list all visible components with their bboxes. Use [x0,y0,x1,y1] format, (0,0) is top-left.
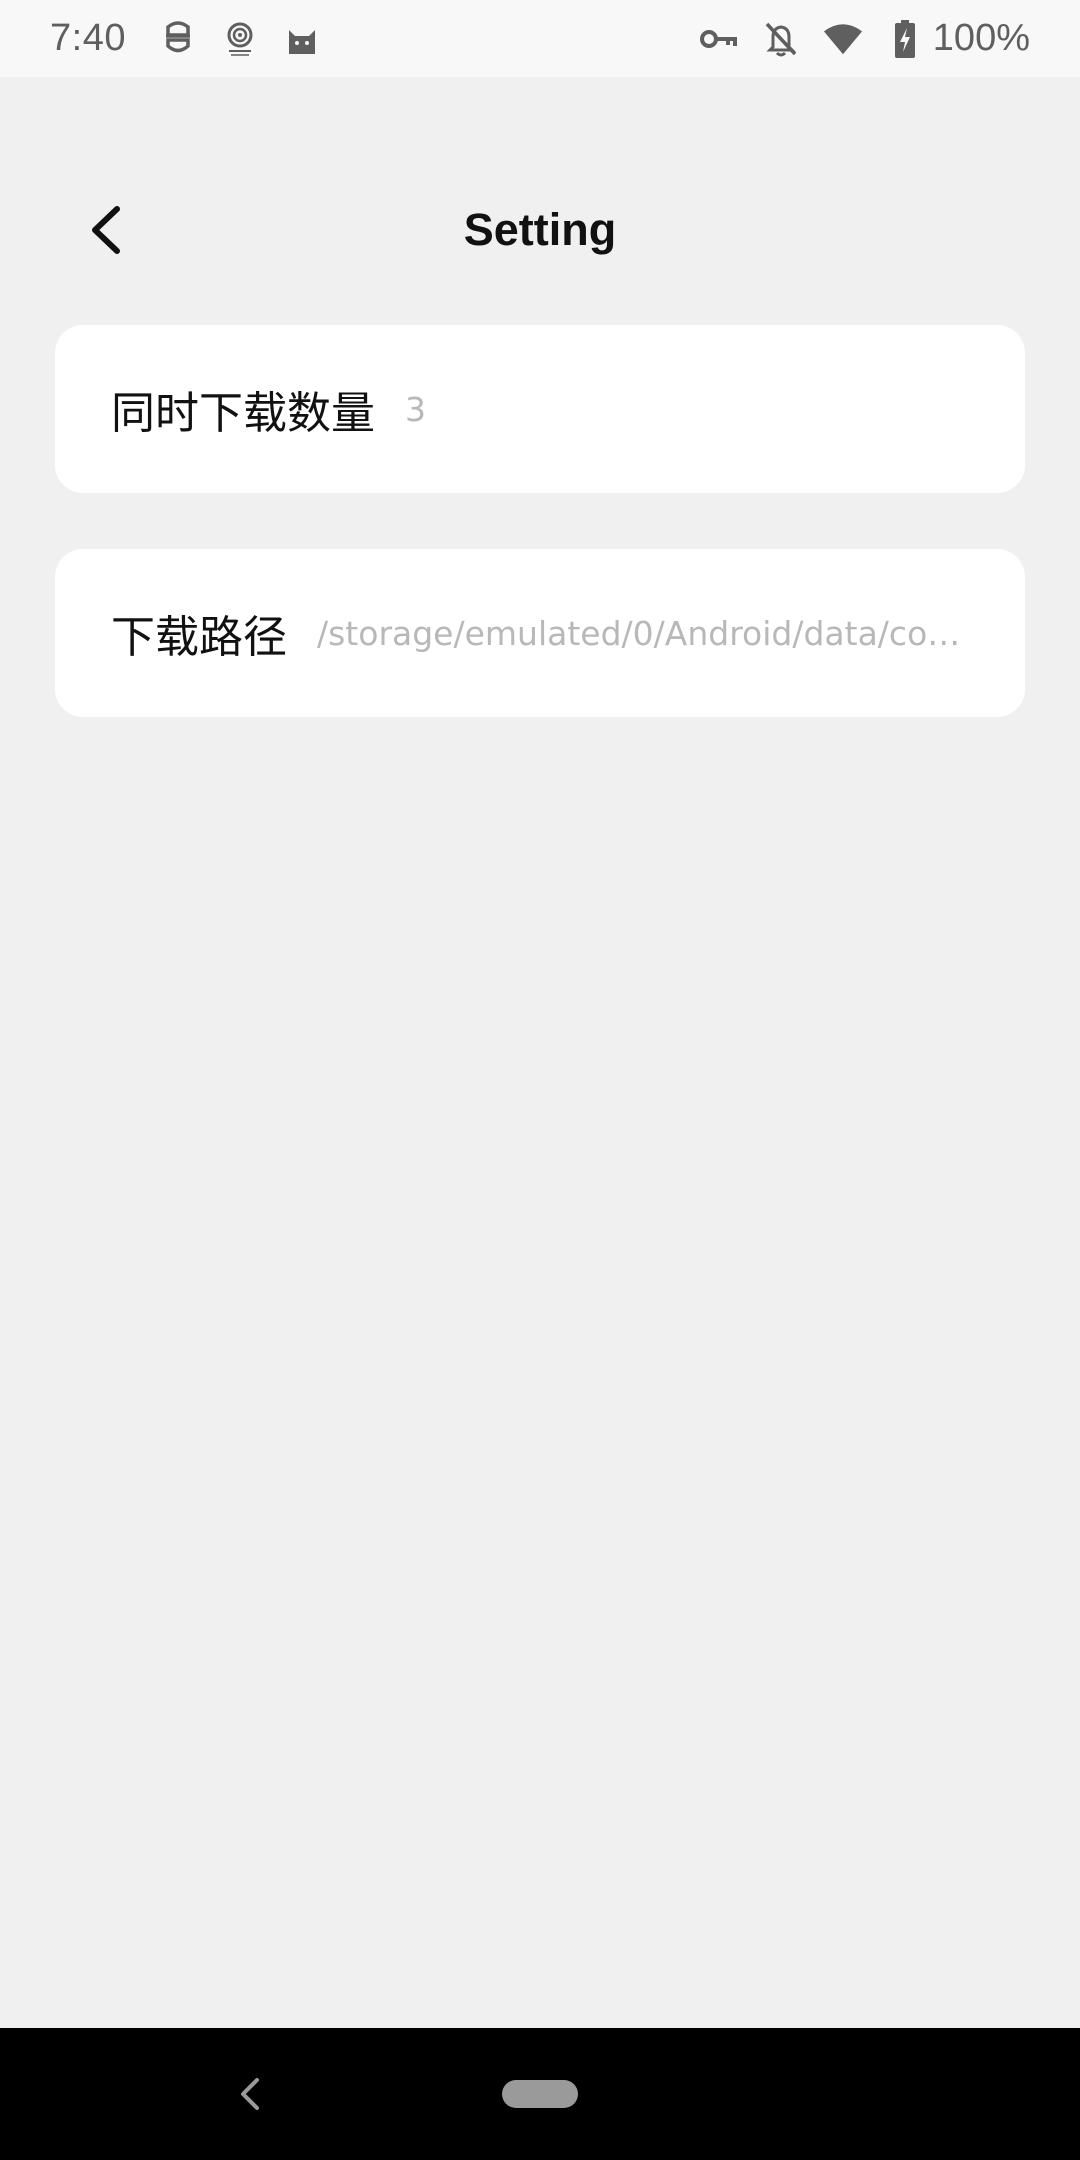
fingerprint-app-icon [220,19,260,59]
setting-concurrent-downloads[interactable]: 同时下载数量 3 [55,325,1025,493]
robot-icon [158,19,198,59]
chevron-left-icon [92,206,120,254]
setting-value: /storage/emulated/0/Android/data/co… [317,613,961,653]
wifi-icon [823,19,863,59]
header: Setting [0,180,1080,280]
nav-back-icon [241,2078,259,2110]
navigation-bar [0,2028,1080,2160]
nav-home-pill[interactable] [502,2080,578,2108]
nav-back-button[interactable] [220,2064,280,2124]
notifications-off-icon [761,19,801,59]
back-button[interactable] [70,195,140,265]
battery-charging-icon [885,19,925,59]
status-icons-right: 100% [677,17,1030,60]
status-icons-left [158,19,344,59]
status-bar: 7:40 100% [0,0,1080,77]
setting-label: 同时下载数量 [111,388,375,439]
battery-level: 100% [932,17,1030,59]
setting-download-path[interactable]: 下载路径 /storage/emulated/0/Android/data/co… [55,549,1025,717]
setting-label: 下载路径 [111,612,287,663]
status-time: 7:40 [50,17,126,59]
page-title: Setting [463,204,617,255]
vpn-key-icon [699,19,739,59]
setting-value: 3 [405,389,426,429]
cat-icon [282,19,322,59]
